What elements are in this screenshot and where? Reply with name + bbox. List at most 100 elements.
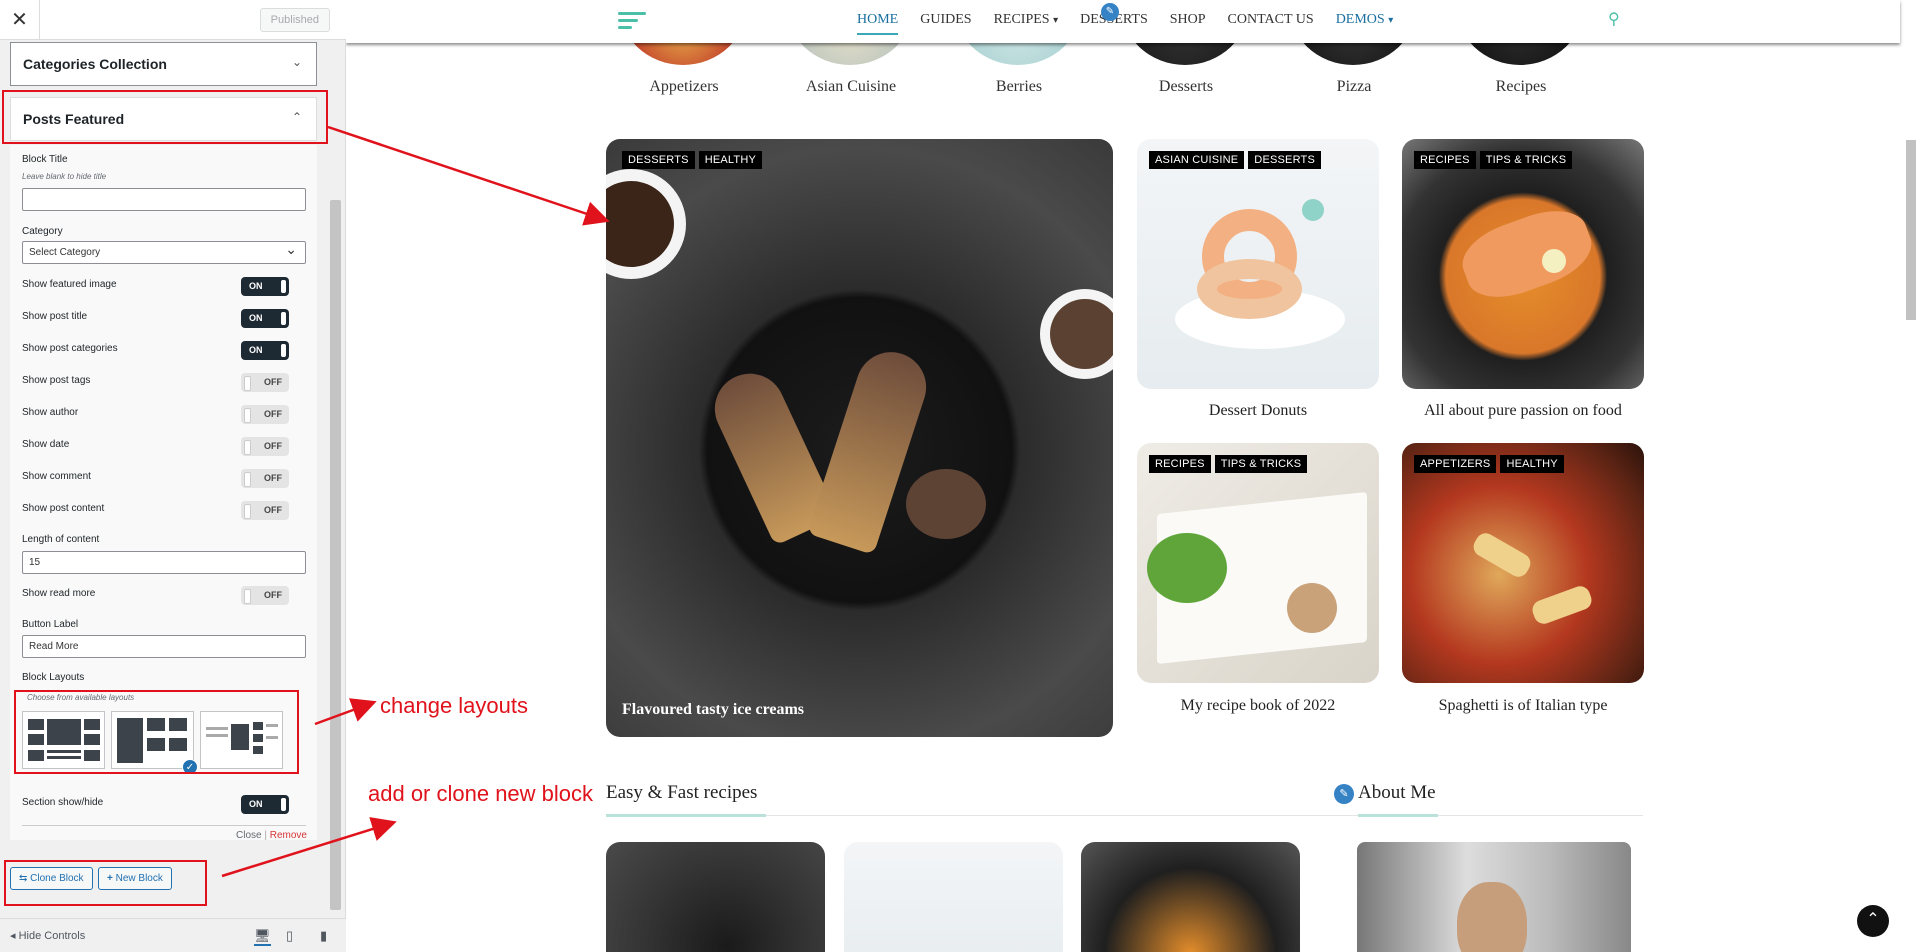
- block-title-hint: Leave blank to hide title: [22, 172, 107, 181]
- hide-controls-button[interactable]: ◂ Hide Controls: [10, 929, 85, 942]
- post-title[interactable]: Dessert Donuts: [1137, 402, 1379, 420]
- featured-post-card[interactable]: ASIAN CUISINE DESSERTS: [1137, 139, 1379, 389]
- tag[interactable]: HEALTHY: [698, 151, 763, 169]
- category-label[interactable]: Recipes: [1436, 78, 1606, 96]
- desktop-icon[interactable]: 🖥: [254, 928, 271, 946]
- close-icon[interactable]: ✕: [0, 0, 40, 40]
- button-label-input[interactable]: Read More: [22, 635, 306, 658]
- post-tags: DESSERTS HEALTHY: [622, 151, 763, 169]
- annotation-highlight-box: [2, 90, 328, 144]
- block-title-input[interactable]: [22, 188, 306, 211]
- toggle-switch[interactable]: OFF: [241, 373, 289, 392]
- menu-icon[interactable]: [618, 12, 646, 33]
- featured-post-card[interactable]: RECIPES TIPS & TRICKS: [1402, 139, 1644, 389]
- featured-post-card[interactable]: APPETIZERS HEALTHY: [1402, 443, 1644, 683]
- toggle-switch[interactable]: OFF: [241, 437, 289, 456]
- close-link[interactable]: Close: [236, 830, 262, 841]
- tag[interactable]: HEALTHY: [1500, 455, 1564, 473]
- divider-accent: [1358, 814, 1438, 817]
- main-menu: HOME GUIDES RECIPES ▾ DESSERTS SHOP CONT…: [857, 12, 1393, 35]
- about-me-photo: [1357, 842, 1631, 952]
- annotation-highlight-box: [14, 690, 299, 774]
- section-toggle-label: Section show/hide: [22, 797, 104, 808]
- toggle-label: Show featured image: [22, 279, 117, 290]
- section-actions: Close | Remove: [236, 830, 307, 841]
- tag[interactable]: TIPS & TRICKS: [1214, 455, 1308, 473]
- section-toggle[interactable]: ON: [241, 795, 289, 814]
- customizer-sidebar: ✕ Published Categories Collection ⌄ Post…: [0, 0, 346, 952]
- read-more-toggle[interactable]: OFF: [241, 586, 289, 605]
- toggle-switch[interactable]: ON: [241, 277, 289, 296]
- category-label[interactable]: Pizza: [1269, 78, 1439, 96]
- toggle-label: Show post content: [22, 503, 105, 514]
- category-select[interactable]: Select Category: [22, 239, 306, 264]
- customizer-footer: ◂ Hide Controls 🖥 ▯ ▮: [0, 918, 346, 952]
- toggle-switch[interactable]: OFF: [241, 501, 289, 520]
- toggle-label: Show post title: [22, 311, 88, 322]
- toggle-label: Show post categories: [22, 343, 118, 354]
- sidebar-scrollbar[interactable]: [330, 200, 341, 910]
- category-label[interactable]: Appetizers: [599, 78, 769, 96]
- tag[interactable]: ASIAN CUISINE: [1149, 151, 1245, 169]
- post-title[interactable]: Spaghetti is of Italian type: [1402, 697, 1644, 715]
- edit-pencil-icon[interactable]: ✎: [1334, 784, 1354, 804]
- chevron-down-icon: ▾: [1388, 15, 1394, 26]
- featured-post-large[interactable]: DESSERTS HEALTHY Flavoured tasty ice cre…: [606, 139, 1113, 737]
- mobile-icon[interactable]: ▮: [320, 928, 327, 944]
- length-label: Length of content: [22, 534, 100, 545]
- nav-recipes[interactable]: RECIPES ▾: [994, 12, 1059, 35]
- tag[interactable]: APPETIZERS: [1414, 455, 1497, 473]
- post-title[interactable]: Flavoured tasty ice creams: [622, 701, 804, 719]
- tablet-icon[interactable]: ▯: [286, 928, 293, 944]
- read-more-label: Show read more: [22, 588, 96, 599]
- toggle-switch[interactable]: OFF: [241, 469, 289, 488]
- recipe-card-image[interactable]: [844, 842, 1063, 952]
- nav-guides[interactable]: GUIDES: [920, 12, 971, 35]
- site-header: HOME GUIDES RECIPES ▾ DESSERTS SHOP CONT…: [346, 0, 1900, 43]
- post-tags: RECIPES TIPS & TRICKS: [1414, 151, 1573, 169]
- post-title[interactable]: My recipe book of 2022: [1137, 697, 1379, 715]
- block-title-label: Block Title: [22, 154, 68, 165]
- recipe-card-image[interactable]: [606, 842, 825, 952]
- section-title: Easy & Fast recipes: [606, 782, 758, 803]
- post-tags: ASIAN CUISINE DESSERTS: [1149, 151, 1321, 169]
- nav-contact[interactable]: CONTACT US: [1228, 12, 1314, 35]
- annotation-highlight-box: [4, 860, 207, 906]
- category-label[interactable]: Desserts: [1101, 78, 1271, 96]
- annotation-change-layouts: change layouts: [380, 693, 528, 718]
- category-label[interactable]: Asian Cuisine: [766, 78, 936, 96]
- tag[interactable]: DESSERTS: [1248, 151, 1321, 169]
- published-button[interactable]: Published: [259, 8, 330, 32]
- toggle-switch[interactable]: OFF: [241, 405, 289, 424]
- tag[interactable]: DESSERTS: [622, 151, 695, 169]
- customizer-header: ✕ Published: [0, 0, 346, 40]
- section-title: Categories Collection: [23, 56, 167, 72]
- page-scrollbar[interactable]: [1906, 140, 1916, 320]
- nav-home[interactable]: HOME: [857, 12, 899, 35]
- recipe-card-image[interactable]: [1081, 842, 1300, 952]
- edit-pencil-icon[interactable]: ✎: [1101, 3, 1119, 21]
- search-icon[interactable]: ⚲: [1608, 9, 1620, 29]
- tag[interactable]: TIPS & TRICKS: [1479, 151, 1573, 169]
- toggle-switch[interactable]: ON: [241, 309, 289, 328]
- tag[interactable]: RECIPES: [1414, 151, 1476, 169]
- category-label[interactable]: Berries: [934, 78, 1104, 96]
- collapse-icon: ◂: [10, 930, 16, 942]
- nav-demos[interactable]: DEMOS ▾: [1336, 12, 1394, 35]
- scroll-top-button[interactable]: ⌃: [1857, 905, 1889, 937]
- section-title: About Me: [1358, 782, 1436, 803]
- length-input[interactable]: 15: [22, 551, 306, 574]
- toggle-label: Show date: [22, 439, 70, 450]
- toggle-switch[interactable]: ON: [241, 341, 289, 360]
- post-title[interactable]: All about pure passion on food: [1402, 402, 1644, 420]
- nav-shop[interactable]: SHOP: [1170, 12, 1206, 35]
- category-label: Category: [22, 226, 63, 237]
- remove-link[interactable]: Remove: [270, 830, 307, 841]
- featured-post-card[interactable]: RECIPES TIPS & TRICKS: [1137, 443, 1379, 683]
- section-categories-collection[interactable]: Categories Collection ⌄: [10, 42, 317, 86]
- block-layouts-label: Block Layouts: [22, 672, 85, 683]
- toggle-label: Show comment: [22, 471, 91, 482]
- tag[interactable]: RECIPES: [1149, 455, 1211, 473]
- nav-demos-label: DEMOS: [1335, 12, 1385, 27]
- toggle-label: Show post tags: [22, 375, 91, 386]
